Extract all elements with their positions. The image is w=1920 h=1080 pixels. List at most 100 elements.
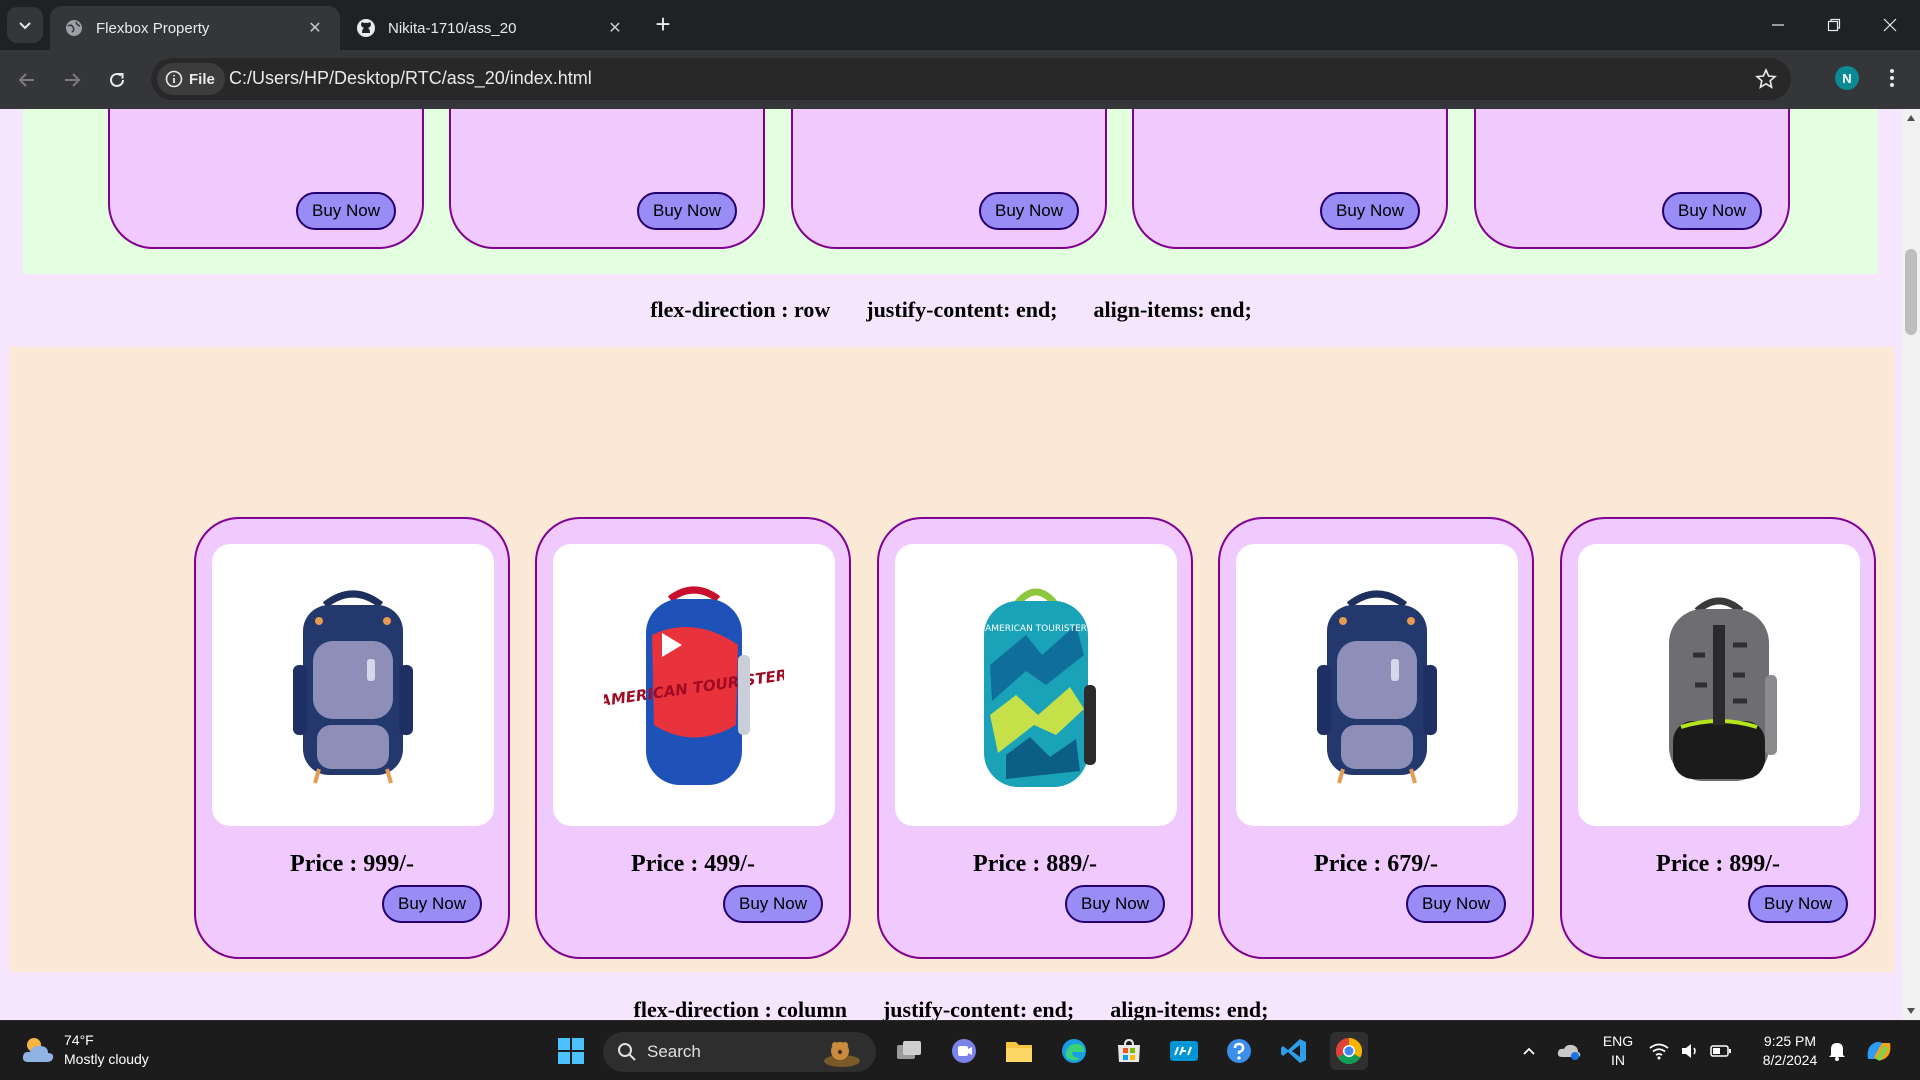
product-image — [1578, 544, 1860, 826]
close-tab-icon[interactable]: ✕ — [604, 17, 626, 39]
arrow-left-icon — [18, 73, 34, 87]
vscode-button[interactable] — [1275, 1032, 1313, 1070]
product-image — [212, 544, 494, 826]
product-card: Price : 679/- Buy Now — [1218, 517, 1534, 959]
bookmark-star-icon[interactable] — [1755, 67, 1777, 95]
align-items-label: align-items: end; — [1093, 297, 1252, 322]
reload-icon — [110, 72, 124, 87]
notifications-button[interactable] — [1818, 1032, 1856, 1070]
edge-icon — [1062, 1039, 1086, 1063]
tab-github[interactable]: Nikita-1710/ass_20 ✕ — [342, 6, 640, 50]
store-icon — [1118, 1038, 1140, 1062]
close-icon — [1883, 18, 1897, 32]
backpack-image — [1669, 597, 1777, 781]
weather-widget[interactable]: 74°F Mostly cloudy — [20, 1031, 149, 1069]
close-window-button[interactable] — [1862, 0, 1918, 50]
copilot-icon — [1867, 1041, 1891, 1061]
page-viewport: Buy Now Buy Now Buy Now Buy Now Buy Now … — [0, 109, 1920, 1020]
cloud-icon — [1557, 1044, 1581, 1060]
product-card: Buy Now — [791, 109, 1107, 249]
minimize-button[interactable] — [1750, 0, 1806, 50]
quick-settings-button[interactable] — [1642, 1032, 1738, 1070]
windows-logo-icon — [558, 1038, 584, 1064]
address-bar[interactable]: File C:/Users/HP/Desktop/RTC/ass_20/inde… — [151, 58, 1791, 100]
flex-direction-label: flex-direction : row — [650, 297, 831, 322]
folder-icon — [1006, 1042, 1032, 1062]
product-card: Buy Now — [1474, 109, 1790, 249]
buy-now-button[interactable]: Buy Now — [1662, 192, 1762, 230]
browser-menu-button[interactable] — [1880, 66, 1904, 90]
language-indicator[interactable]: ENG IN — [1598, 1032, 1638, 1070]
product-price: Price : 999/- — [290, 851, 414, 877]
buy-now-button[interactable]: Buy Now — [1320, 192, 1420, 230]
buy-now-button[interactable]: Buy Now — [979, 192, 1079, 230]
product-image: AMERICAN TOURISTER — [895, 544, 1177, 826]
region-code: IN — [1611, 1052, 1625, 1068]
bell-icon — [1829, 1043, 1845, 1061]
github-icon — [356, 18, 376, 38]
backpack-image — [293, 590, 413, 784]
buy-now-button[interactable]: Buy Now — [296, 192, 396, 230]
product-card: Buy Now — [449, 109, 765, 249]
minimize-icon — [1772, 24, 1784, 26]
buy-now-button[interactable]: Buy Now — [723, 885, 823, 923]
task-view-button[interactable] — [890, 1032, 928, 1070]
task-view-icon — [897, 1041, 921, 1059]
battery-icon — [1710, 1045, 1731, 1057]
flex-section-peach: Price : 999/- Buy Now AMERICAN TOURISTER… — [10, 347, 1894, 972]
wifi-icon — [1649, 1043, 1669, 1060]
buy-now-button[interactable]: Buy Now — [1748, 885, 1848, 923]
taskbar-search[interactable]: Search — [603, 1032, 876, 1072]
myhp-button[interactable] — [1165, 1032, 1203, 1070]
buy-now-button[interactable]: Buy Now — [637, 192, 737, 230]
scroll-up-icon[interactable] — [1907, 115, 1915, 121]
flex-properties-label-row: flex-direction : column justify-content:… — [0, 997, 1902, 1020]
justify-content-label: justify-content: end; — [882, 997, 1075, 1020]
new-tab-button[interactable]: + — [650, 11, 676, 38]
teams-chat-button[interactable] — [945, 1032, 983, 1070]
language-code: ENG — [1602, 1033, 1634, 1049]
back-button[interactable] — [9, 62, 45, 98]
forward-button[interactable] — [54, 62, 90, 98]
file-explorer-button[interactable] — [1000, 1032, 1038, 1070]
edge-browser-button[interactable] — [1055, 1032, 1093, 1070]
browser-tab-strip: Flexbox Property ✕ Nikita-1710/ass_20 ✕ … — [0, 0, 1920, 50]
scrollbar-thumb[interactable] — [1905, 249, 1917, 335]
globe-icon — [64, 18, 84, 38]
buy-now-button[interactable]: Buy Now — [382, 885, 482, 923]
restore-button[interactable] — [1806, 0, 1862, 50]
product-card: Price : 899/- Buy Now — [1560, 517, 1876, 959]
start-button[interactable] — [552, 1032, 590, 1070]
onedrive-button[interactable] — [1550, 1032, 1588, 1070]
chevron-down-icon — [19, 22, 31, 30]
flex-direction-label: flex-direction : column — [633, 997, 847, 1020]
site-info-chip[interactable]: File — [157, 63, 225, 95]
profile-avatar[interactable]: N — [1835, 66, 1859, 90]
chevron-up-icon — [1523, 1047, 1535, 1055]
reload-button[interactable] — [99, 62, 135, 98]
windows-taskbar: 74°F Mostly cloudy Search ENG IN 9:25 PM… — [0, 1020, 1920, 1080]
flex-properties-label-row: flex-direction : row justify-content: en… — [0, 297, 1902, 323]
scroll-down-icon[interactable] — [1907, 1008, 1915, 1014]
vscode-icon — [1281, 1039, 1306, 1063]
tab-flexbox-property[interactable]: Flexbox Property ✕ — [50, 6, 340, 50]
tab-search-button[interactable] — [7, 7, 43, 43]
buy-now-button[interactable]: Buy Now — [1065, 885, 1165, 923]
justify-content-label: justify-content: end; — [866, 297, 1058, 322]
microsoft-store-button[interactable] — [1110, 1032, 1148, 1070]
buy-now-button[interactable]: Buy Now — [1406, 885, 1506, 923]
get-help-button[interactable] — [1220, 1032, 1258, 1070]
browser-toolbar: File C:/Users/HP/Desktop/RTC/ass_20/inde… — [0, 50, 1920, 109]
chat-icon — [952, 1039, 976, 1063]
copilot-button[interactable] — [1860, 1032, 1898, 1070]
show-hidden-icons-button[interactable] — [1510, 1032, 1548, 1070]
product-price: Price : 499/- — [631, 851, 755, 877]
vertical-scrollbar[interactable] — [1902, 109, 1920, 1020]
close-tab-icon[interactable]: ✕ — [304, 17, 326, 39]
myhp-icon — [1170, 1041, 1198, 1061]
url-text: C:/Users/HP/Desktop/RTC/ass_20/index.htm… — [229, 68, 592, 88]
tab-title: Flexbox Property — [96, 19, 210, 37]
product-image: AMERICAN TOURISTER — [553, 544, 835, 826]
chrome-button[interactable] — [1330, 1032, 1368, 1070]
search-label: Search — [647, 1042, 701, 1061]
